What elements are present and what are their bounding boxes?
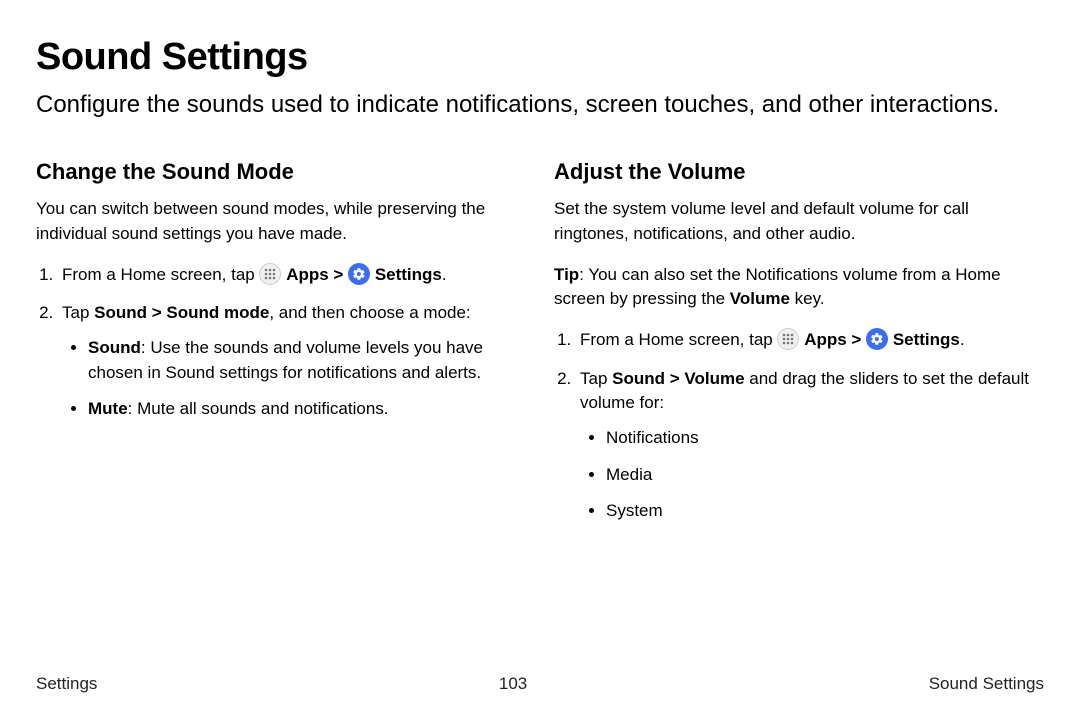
section-heading-sound-mode: Change the Sound Mode xyxy=(36,159,526,185)
step-2-bold: Sound > Sound mode xyxy=(94,303,269,322)
apps-label: Apps xyxy=(804,330,847,349)
step-2: Tap Sound > Sound mode, and then choose … xyxy=(58,301,526,422)
volume-bullets: Notifications Media System xyxy=(580,426,1044,524)
content-columns: Change the Sound Mode You can switch bet… xyxy=(36,159,1044,537)
apps-icon xyxy=(259,263,281,285)
bullet-sound-bold: Sound xyxy=(88,338,141,357)
step-1: From a Home screen, tap Apps > Settings. xyxy=(58,263,526,288)
apps-icon xyxy=(777,328,799,350)
step-2-prefix: Tap xyxy=(580,369,612,388)
mode-bullets: Sound: Use the sounds and volume levels … xyxy=(62,336,526,422)
apps-label: Apps xyxy=(286,265,329,284)
chevron: > xyxy=(847,330,866,349)
bullet-notifications: Notifications xyxy=(606,426,1044,451)
tip-suffix: key. xyxy=(790,289,825,308)
step-2-prefix: Tap xyxy=(62,303,94,322)
column-left: Change the Sound Mode You can switch bet… xyxy=(36,159,526,537)
step-1-prefix: From a Home screen, tap xyxy=(580,330,777,349)
tip-bold: Tip xyxy=(554,265,579,284)
step-1-suffix: . xyxy=(442,265,447,284)
footer-right: Sound Settings xyxy=(929,674,1044,694)
page-footer: Settings 103 Sound Settings xyxy=(36,674,1044,694)
steps-volume: From a Home screen, tap Apps > Settings.… xyxy=(554,328,1044,524)
step-1: From a Home screen, tap Apps > Settings. xyxy=(576,328,1044,353)
steps-sound-mode: From a Home screen, tap Apps > Settings.… xyxy=(36,263,526,422)
step-2: Tap Sound > Volume and drag the sliders … xyxy=(576,367,1044,524)
tip-text: Tip: You can also set the Notifications … xyxy=(554,263,1044,312)
bullet-sound: Sound: Use the sounds and volume levels … xyxy=(88,336,526,385)
bullet-mute: Mute: Mute all sounds and notifications. xyxy=(88,397,526,422)
bullet-sound-text: : Use the sounds and volume levels you h… xyxy=(88,338,483,382)
step-1-prefix: From a Home screen, tap xyxy=(62,265,259,284)
step-1-suffix: . xyxy=(960,330,965,349)
bullet-mute-bold: Mute xyxy=(88,399,128,418)
chevron: > xyxy=(329,265,348,284)
section-heading-volume: Adjust the Volume xyxy=(554,159,1044,185)
section-intro-volume: Set the system volume level and default … xyxy=(554,197,1044,246)
column-right: Adjust the Volume Set the system volume … xyxy=(554,159,1044,537)
section-intro-sound-mode: You can switch between sound modes, whil… xyxy=(36,197,526,246)
page-title: Sound Settings xyxy=(36,36,1044,79)
step-2-bold: Sound > Volume xyxy=(612,369,744,388)
footer-left: Settings xyxy=(36,674,97,694)
bullet-mute-text: : Mute all sounds and notifications. xyxy=(128,399,389,418)
bullet-media: Media xyxy=(606,463,1044,488)
footer-page-number: 103 xyxy=(499,674,527,694)
step-2-suffix: , and then choose a mode: xyxy=(269,303,470,322)
bullet-system: System xyxy=(606,499,1044,524)
settings-label: Settings xyxy=(893,330,960,349)
settings-label: Settings xyxy=(375,265,442,284)
settings-icon xyxy=(348,263,370,285)
page-intro: Configure the sounds used to indicate no… xyxy=(36,89,1016,121)
tip-volume-key: Volume xyxy=(730,289,790,308)
settings-icon xyxy=(866,328,888,350)
